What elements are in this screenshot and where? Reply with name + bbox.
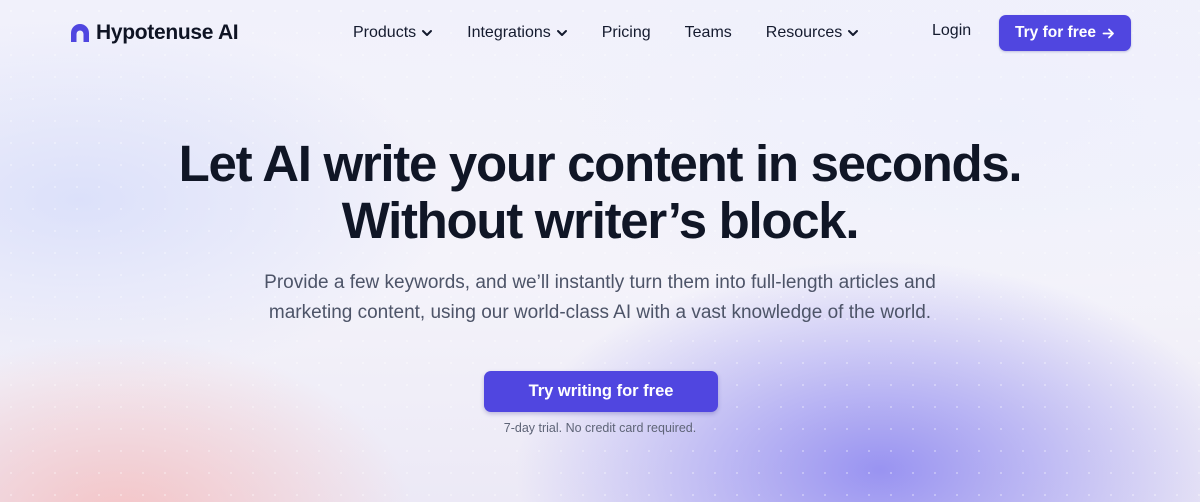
site-header: Hypotenuse AI Products Integrations Pric…: [0, 0, 1200, 66]
subheadline-line-2: marketing content, using our world-class…: [268, 302, 932, 323]
hero-subheadline: Provide a few keywords, and we’ll instan…: [0, 268, 1200, 328]
subheadline-line-1: Provide a few keywords, and we’ll instan…: [264, 272, 936, 293]
arrow-right-icon: [1102, 28, 1114, 38]
trial-note: 7-day trial. No credit card required.: [503, 421, 697, 435]
headline-line-1: Let AI write your content in seconds.: [178, 135, 1023, 192]
nav-item-label: Integrations: [467, 24, 551, 41]
nav-item-teams[interactable]: Teams: [685, 24, 732, 42]
login-link[interactable]: Login: [932, 22, 971, 40]
try-for-free-button[interactable]: Try for free: [999, 15, 1131, 51]
main-nav: Products Integrations Pricing Teams Reso…: [353, 20, 859, 46]
nav-item-label: Pricing: [601, 24, 651, 41]
chevron-down-icon: [422, 30, 433, 36]
nav-item-resources[interactable]: Resources: [766, 24, 859, 42]
brand-name: Hypotenuse AI: [96, 21, 239, 44]
brand-logo[interactable]: Hypotenuse AI: [70, 20, 239, 46]
nav-item-integrations[interactable]: Integrations: [467, 24, 568, 42]
nav-item-label: Resources: [765, 24, 843, 41]
nav-item-pricing[interactable]: Pricing: [602, 24, 651, 42]
nav-item-label: Products: [353, 24, 417, 41]
nav-item-products[interactable]: Products: [353, 24, 433, 42]
try-writing-for-free-button[interactable]: Try writing for free: [484, 371, 718, 412]
chevron-down-icon: [556, 30, 567, 36]
chevron-down-icon: [848, 30, 859, 36]
headline-line-2: Without writer’s block.: [341, 192, 860, 249]
arch-logo-icon: [71, 24, 89, 42]
hero-headline: Let AI write your content in seconds. Wi…: [0, 135, 1200, 249]
hero-section: Let AI write your content in seconds. Wi…: [0, 0, 1200, 502]
try-for-free-label: Try for free: [1015, 24, 1096, 41]
nav-item-label: Teams: [684, 24, 732, 41]
